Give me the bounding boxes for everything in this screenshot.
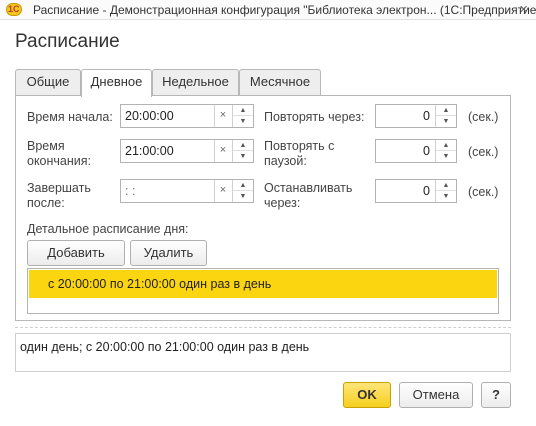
finish-after-value: : : <box>125 184 136 198</box>
close-icon[interactable]: × <box>519 1 528 18</box>
clear-icon[interactable]: × <box>214 180 231 202</box>
repeat-pause-unit: (сек.) <box>468 145 499 159</box>
spin-down-icon[interactable]: ▼ <box>233 191 253 202</box>
add-button[interactable]: Добавить <box>27 240 125 266</box>
help-button[interactable]: ? <box>481 382 511 408</box>
repeat-after-label: Повторять через: <box>264 110 365 124</box>
delete-button[interactable]: Удалить <box>130 240 207 266</box>
repeat-pause-label-line1: Повторять с <box>264 139 335 153</box>
detail-schedule-list[interactable]: с 20:00:00 по 21:00:00 один раз в день <box>27 268 499 314</box>
stop-after-label: Останавливать через: <box>264 181 352 211</box>
divider <box>15 327 511 328</box>
title-bar: 1С Расписание - Демонстрационная конфигу… <box>0 0 536 20</box>
cancel-button[interactable]: Отмена <box>399 382 473 408</box>
finish-after-label-line2: после: <box>27 196 65 210</box>
spin-up-icon[interactable]: ▲ <box>233 105 253 116</box>
end-time-label: Время окончания: <box>27 139 91 169</box>
stepper[interactable]: ▲ ▼ <box>232 140 253 162</box>
repeat-pause-label: Повторять с паузой: <box>264 139 334 169</box>
window-title: Расписание - Демонстрационная конфигурац… <box>33 3 536 17</box>
list-item[interactable]: с 20:00:00 по 21:00:00 один раз в день <box>29 270 497 298</box>
tab-monthly[interactable]: Месячное <box>239 69 321 95</box>
stepper[interactable]: ▲ ▼ <box>232 180 253 202</box>
summary-text: один день; с 20:00:00 по 21:00:00 один р… <box>20 340 310 354</box>
repeat-after-value: 0 <box>423 109 430 123</box>
start-time-label: Время начала: <box>27 110 113 124</box>
app-logo-icon: 1С <box>6 3 22 16</box>
stop-after-label-line1: Останавливать <box>264 181 353 195</box>
finish-after-label: Завершать после: <box>27 181 91 211</box>
stop-after-label-line2: через: <box>264 196 301 210</box>
stop-after-unit: (сек.) <box>468 185 499 199</box>
stepper[interactable]: ▲ ▼ <box>435 180 456 202</box>
spin-up-icon[interactable]: ▲ <box>233 140 253 151</box>
end-time-value: 21:00:00 <box>125 144 174 158</box>
finish-after-label-line1: Завершать <box>27 181 91 195</box>
end-time-label-line2: окончания: <box>27 154 92 168</box>
repeat-pause-value: 0 <box>423 144 430 158</box>
stepper[interactable]: ▲ ▼ <box>232 105 253 127</box>
repeat-pause-label-line2: паузой: <box>264 154 307 168</box>
stop-after-field[interactable]: 0 ▲ ▼ <box>375 179 457 203</box>
spin-up-icon[interactable]: ▲ <box>436 105 456 116</box>
stepper[interactable]: ▲ ▼ <box>435 140 456 162</box>
schedule-summary: один день; с 20:00:00 по 21:00:00 один р… <box>15 333 511 372</box>
spin-down-icon[interactable]: ▼ <box>233 151 253 162</box>
list-item-text: с 20:00:00 по 21:00:00 один раз в день <box>48 277 272 291</box>
tab-general[interactable]: Общие <box>15 69 81 95</box>
repeat-pause-field[interactable]: 0 ▲ ▼ <box>375 139 457 163</box>
repeat-after-field[interactable]: 0 ▲ ▼ <box>375 104 457 128</box>
spin-up-icon[interactable]: ▲ <box>436 140 456 151</box>
repeat-after-unit: (сек.) <box>468 110 499 124</box>
tab-daily[interactable]: Дневное <box>81 69 152 97</box>
end-time-field[interactable]: 21:00:00 × ▲ ▼ <box>120 139 254 163</box>
spin-down-icon[interactable]: ▼ <box>436 151 456 162</box>
spin-down-icon[interactable]: ▼ <box>233 116 253 127</box>
spin-up-icon[interactable]: ▲ <box>233 180 253 191</box>
form-title: Расписание <box>15 31 120 52</box>
finish-after-field[interactable]: : : × ▲ ▼ <box>120 179 254 203</box>
clear-icon[interactable]: × <box>214 105 231 127</box>
tab-weekly[interactable]: Недельное <box>152 69 239 95</box>
ok-button[interactable]: OK <box>343 382 391 408</box>
spin-down-icon[interactable]: ▼ <box>436 116 456 127</box>
stop-after-value: 0 <box>423 184 430 198</box>
detail-schedule-label: Детальное расписание дня: <box>27 222 189 236</box>
spin-up-icon[interactable]: ▲ <box>436 180 456 191</box>
spin-down-icon[interactable]: ▼ <box>436 191 456 202</box>
start-time-field[interactable]: 20:00:00 × ▲ ▼ <box>120 104 254 128</box>
start-time-value: 20:00:00 <box>125 109 174 123</box>
end-time-label-line1: Время <box>27 139 65 153</box>
clear-icon[interactable]: × <box>214 140 231 162</box>
stepper[interactable]: ▲ ▼ <box>435 105 456 127</box>
